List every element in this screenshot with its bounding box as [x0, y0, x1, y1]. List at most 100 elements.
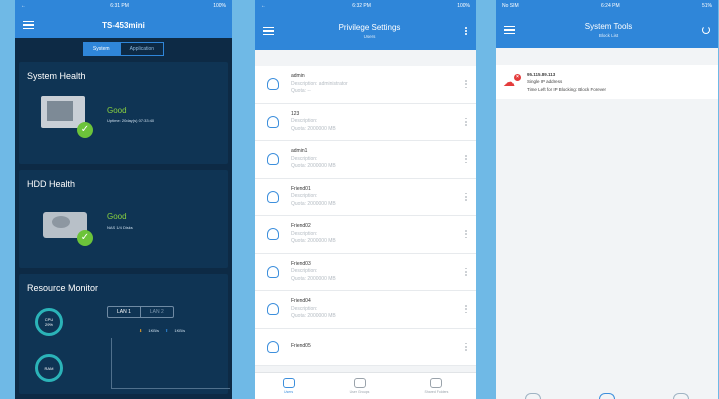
user-icon [267, 228, 279, 241]
user-name: admin1 [291, 148, 308, 154]
upload-rate: 1KB/s [174, 328, 186, 333]
user-group-icon [353, 378, 366, 388]
user-row[interactable]: Friend05 [255, 329, 476, 366]
tab-user-groups[interactable]: User Groups [349, 378, 370, 394]
user-description: Description: [291, 118, 318, 124]
tab-lan2[interactable]: LAN 2 [141, 307, 173, 317]
health-status: Good [107, 106, 127, 115]
resource-monitor-card[interactable]: Resource Monitor CPU 29% RAM LAN 1 LAN 2… [19, 274, 230, 394]
tab-users[interactable]: Users [282, 378, 295, 394]
folder-icon [430, 378, 443, 388]
blocked-ip-icon: ☁ × [503, 73, 521, 89]
ram-gauge: RAM [35, 354, 63, 382]
hdd-health-card[interactable]: HDD Health ✓ Good NAS 1/4 Disks [19, 170, 228, 268]
download-arrow-icon: ⬇ [139, 328, 143, 333]
health-status: Good [107, 212, 127, 221]
user-icon [267, 153, 279, 166]
menu-icon[interactable] [263, 27, 274, 35]
card-heading: System Health [27, 71, 86, 81]
row-more-icon[interactable] [465, 267, 468, 276]
user-quota: Quota: 2000000 MB [291, 275, 336, 282]
user-icon [267, 78, 279, 91]
system-health-card[interactable]: System Health ✓ Good Uptime: 20day(s) 07… [19, 62, 228, 164]
block-type: Single IP address [527, 79, 563, 85]
user-row[interactable]: Friend01 Description: Quota: 2000000 MB [255, 179, 476, 216]
tab-icon[interactable] [525, 393, 541, 399]
user-row[interactable]: admin Description: administrator Quota: -- [255, 66, 476, 104]
user-row[interactable]: admin1 Description: Quota: 2000000 MB [255, 141, 476, 179]
tab-label: User Groups [349, 390, 370, 394]
user-row[interactable]: 123 Description: Quota: 2000000 MB [255, 104, 476, 141]
user-icon [267, 115, 279, 128]
user-description: Description: [291, 230, 318, 237]
app-header: TS-453mini [15, 12, 232, 38]
row-more-icon[interactable] [465, 192, 468, 201]
user-row[interactable]: Friend03 Description: Quota: 2000000 MB [255, 254, 476, 291]
page-subtitle: Block List [598, 33, 619, 38]
user-icon [267, 265, 279, 278]
user-row[interactable]: Friend04 Description: Quota: 2000000 MB [255, 291, 476, 329]
status-time: 6:24 PM [601, 3, 620, 9]
check-icon: ✓ [77, 122, 93, 138]
user-quota: Quota: 2000000 MB [291, 313, 336, 319]
row-more-icon[interactable] [465, 80, 468, 89]
user-quota: Quota: -- [291, 88, 311, 94]
cpu-value: 29% [44, 322, 53, 327]
user-quota: Quota: 2000000 MB [291, 238, 336, 244]
segment-application[interactable]: Application [119, 42, 165, 56]
user-icon [282, 378, 295, 388]
bottom-tab-bar [496, 393, 718, 399]
refresh-icon[interactable] [702, 26, 710, 34]
segment-control: System Application [15, 42, 232, 56]
user-list: admin Description: administrator Quota: --… [255, 66, 476, 366]
user-name: 123 [291, 110, 300, 117]
cpu-gauge: CPU 29% [35, 308, 63, 336]
tab-icon[interactable] [673, 393, 689, 399]
status-battery: 100% [213, 3, 226, 9]
user-name: Friend03 [291, 260, 311, 267]
device-title: TS-453mini [102, 20, 145, 30]
card-heading: HDD Health [27, 179, 76, 189]
user-description: Description: [291, 268, 318, 274]
user-quota: Quota: 2000000 MB [291, 163, 336, 169]
more-options-icon[interactable] [465, 26, 468, 36]
user-name: Friend05 [291, 343, 311, 349]
menu-icon[interactable] [23, 21, 34, 29]
user-description: Description: [291, 193, 318, 199]
bottom-tab-bar: Users User Groups Shared Folders [255, 372, 476, 399]
system-tools-phone: No SIM 6:24 PM 51% System Tools Block Li… [496, 0, 718, 399]
user-name: Friend01 [291, 185, 311, 192]
status-bar: No SIM 6:24 PM 51% [496, 0, 718, 12]
block-list-item[interactable]: ☁ × 95.115.89.113 Single IP address Time … [496, 65, 718, 99]
row-more-icon[interactable] [465, 305, 468, 314]
tab-lan1[interactable]: LAN 1 [108, 307, 141, 317]
user-icon [267, 303, 279, 316]
user-quota: Quota: 2000000 MB [291, 125, 336, 132]
blocked-ip: 95.115.89.113 [527, 72, 556, 78]
row-more-icon[interactable] [465, 117, 468, 126]
block-time-left: Time Left for IP Blocking: Block Forever [527, 86, 607, 92]
page-title: System Tools [584, 22, 633, 31]
rate-legend: ⬇ 1KB/s ⬆ 1KB/s [139, 328, 185, 333]
user-row[interactable]: Friend02 Description: Quota: 2000000 MB [255, 216, 476, 254]
user-name: Friend02 [291, 223, 311, 229]
row-more-icon[interactable] [465, 155, 468, 164]
user-name: admin [291, 73, 305, 79]
row-more-icon[interactable] [465, 342, 468, 351]
status-time: 6:32 PM [352, 3, 371, 9]
card-heading: Resource Monitor [27, 283, 99, 293]
back-arrow-icon: ← [261, 3, 266, 9]
status-battery: 100% [457, 3, 470, 9]
tab-icon[interactable] [599, 393, 615, 399]
row-more-icon[interactable] [465, 230, 468, 239]
tab-label: Shared Folders [424, 390, 449, 394]
nas-device-icon [41, 96, 85, 128]
check-icon: ✓ [77, 230, 93, 246]
segment-system[interactable]: System [82, 42, 120, 56]
privilege-settings-phone: ← 6:32 PM 100% Privilege Settings Users … [255, 0, 476, 399]
app-header: System Tools Block List [496, 12, 718, 48]
tab-shared-folders[interactable]: Shared Folders [424, 378, 449, 394]
lan-tabs: LAN 1 LAN 2 [107, 306, 174, 318]
status-time: 6:31 PM [110, 3, 129, 9]
menu-icon[interactable] [504, 26, 515, 34]
